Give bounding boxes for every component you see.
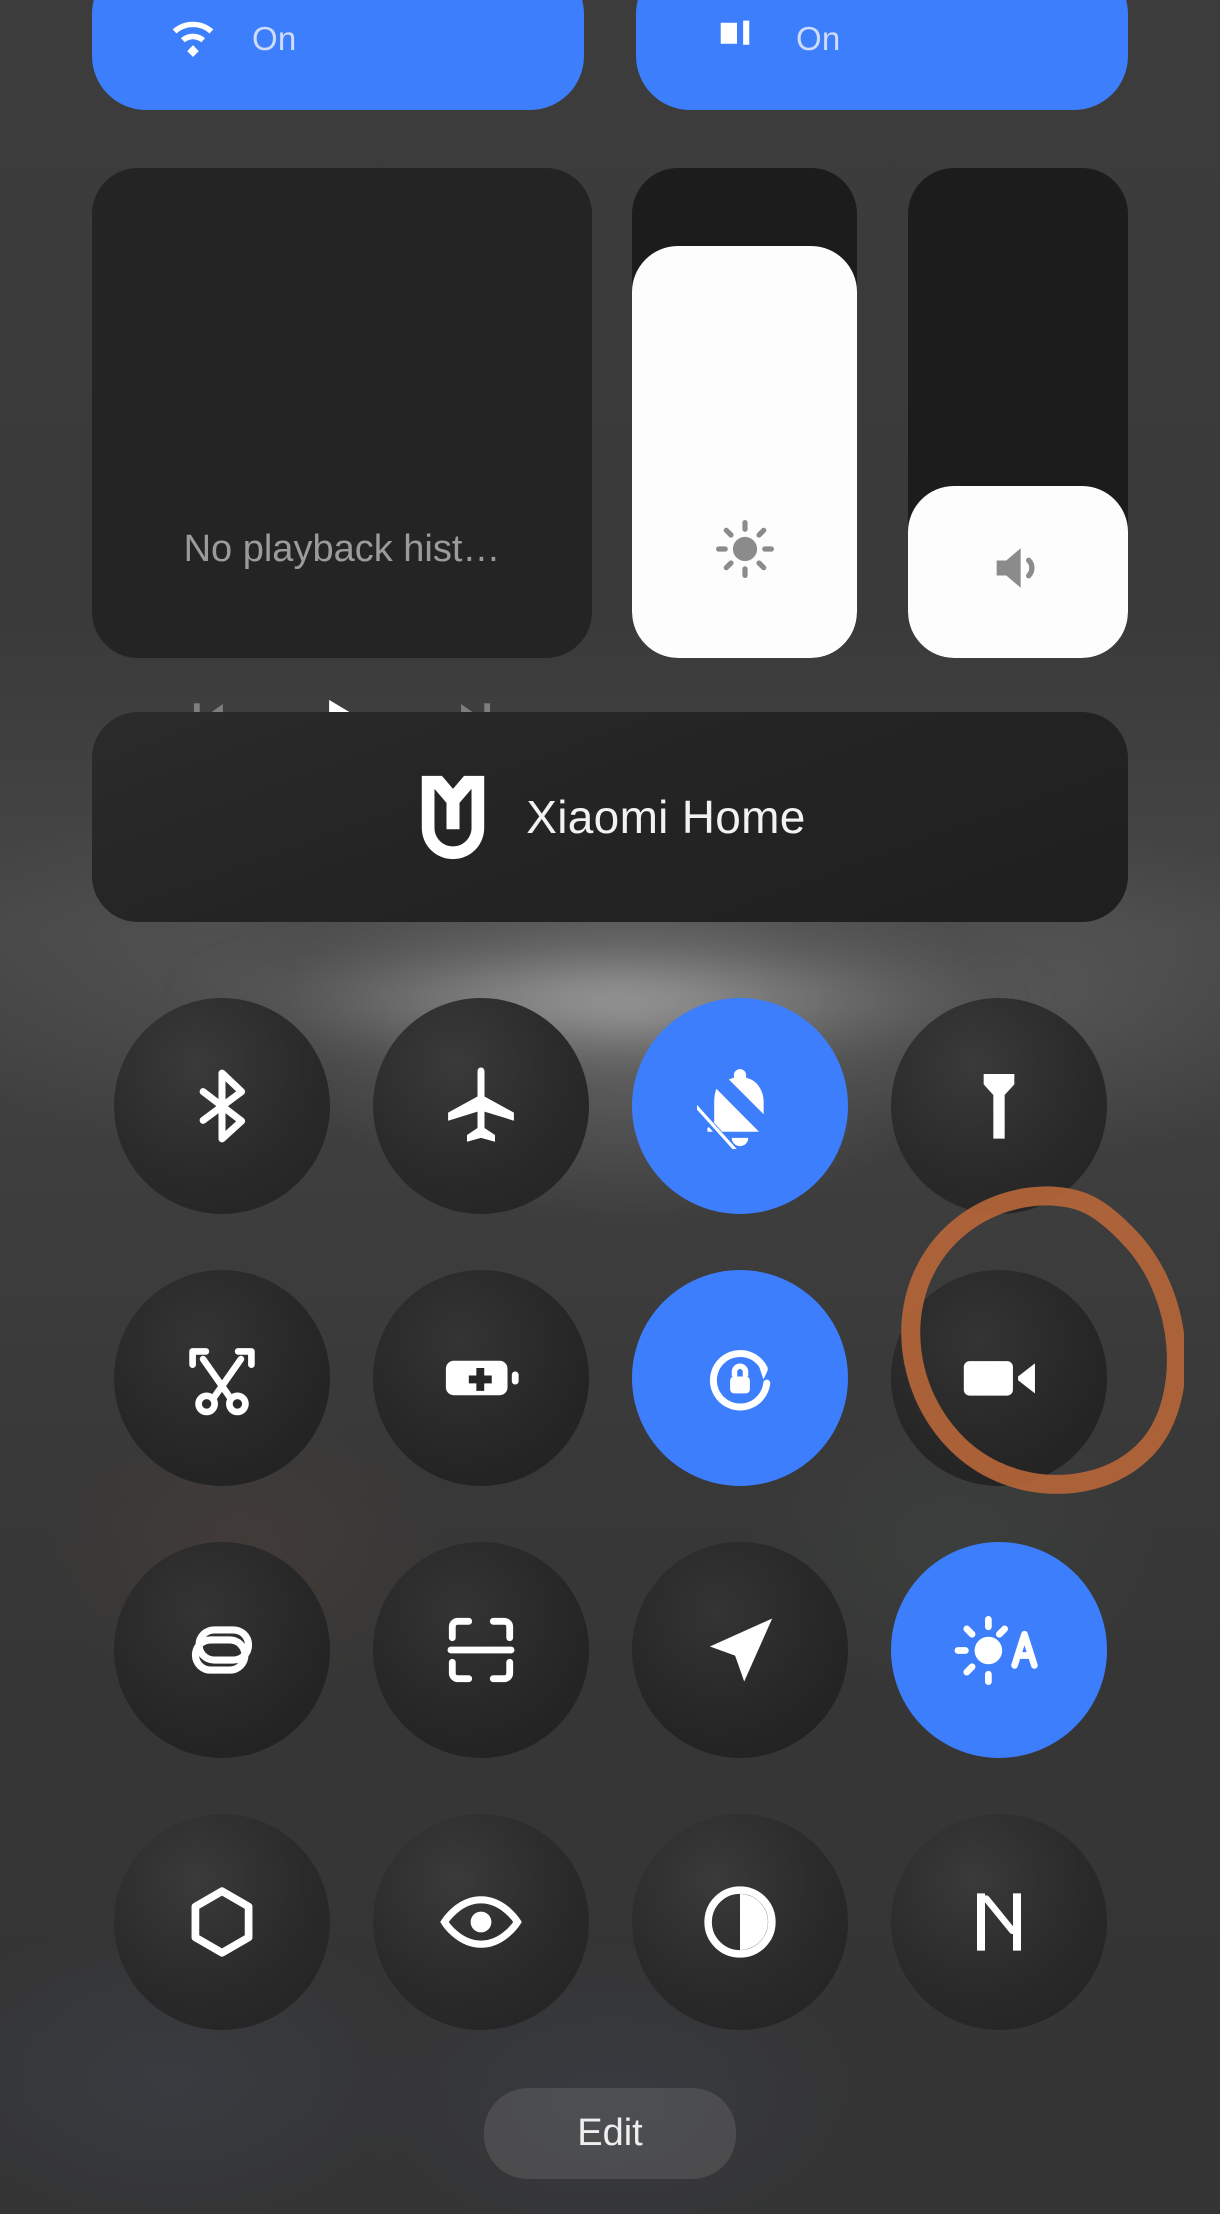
toggle-rotation-lock[interactable] xyxy=(631,1270,848,1486)
xiaomi-home-label: Xiaomi Home xyxy=(526,791,806,843)
toggle-cell xyxy=(610,1786,869,2058)
toggle-cell xyxy=(351,1786,610,2058)
toggle-cell xyxy=(351,1242,610,1514)
video-camera-icon xyxy=(955,1334,1043,1422)
toggle-cell xyxy=(610,1242,869,1514)
toggle-cell xyxy=(869,1514,1128,1786)
battery-plus-icon xyxy=(438,1335,524,1421)
toggle-silent-mode[interactable] xyxy=(631,998,848,1214)
toggle-cell xyxy=(351,1514,610,1786)
scissors-crop-icon xyxy=(180,1336,264,1420)
toggle-cell xyxy=(869,1786,1128,2058)
wifi-tile[interactable]: On xyxy=(92,0,584,110)
contrast-circle-icon xyxy=(697,1879,783,1965)
rotation-lock-icon xyxy=(696,1334,784,1422)
mobile-data-icon xyxy=(714,16,760,62)
toggle-cell xyxy=(869,1242,1128,1514)
toggle-location[interactable] xyxy=(631,1542,848,1758)
edit-button[interactable]: Edit xyxy=(484,2088,736,2179)
toggle-auto-brightness[interactable] xyxy=(890,1542,1107,1758)
media-title: No playback hist… xyxy=(183,528,501,570)
scan-frame-icon xyxy=(440,1609,522,1691)
location-arrow-icon xyxy=(698,1608,782,1692)
eye-icon xyxy=(438,1879,524,1965)
bell-muted-icon xyxy=(696,1063,783,1149)
toggle-flashlight[interactable] xyxy=(890,998,1107,1214)
brightness-sun-icon xyxy=(632,516,857,582)
toggle-screenshot[interactable] xyxy=(113,1270,330,1486)
toggle-camera-shortcut[interactable] xyxy=(113,1814,330,2030)
toggle-cell xyxy=(92,1242,351,1514)
brightness-slider-fill xyxy=(632,246,857,658)
link-chain-icon xyxy=(179,1607,265,1693)
toggle-eye-comfort[interactable] xyxy=(372,1814,589,2030)
toggle-scan-code[interactable] xyxy=(372,1542,589,1758)
toggle-cell xyxy=(92,1786,351,2058)
bluetooth-icon xyxy=(180,1064,264,1148)
mijia-shield-icon xyxy=(414,772,492,863)
toggle-cell xyxy=(92,970,351,1242)
volume-slider[interactable] xyxy=(908,168,1128,658)
mobile-data-tile[interactable]: On xyxy=(636,0,1128,110)
toggle-cell xyxy=(610,970,869,1242)
toggle-battery-saver[interactable] xyxy=(372,1270,589,1486)
wifi-icon xyxy=(170,16,216,62)
wifi-status-label: On xyxy=(252,20,297,57)
toggle-bluetooth[interactable] xyxy=(113,998,330,1214)
toggle-cell xyxy=(869,970,1128,1242)
toggle-dark-mode[interactable] xyxy=(631,1814,848,2030)
auto-brightness-icon xyxy=(953,1608,1045,1693)
connectivity-tiles-row: On On xyxy=(92,0,1128,110)
mobile-data-status-label: On xyxy=(796,20,841,57)
nfc-icon xyxy=(959,1882,1039,1962)
toggle-cast-link[interactable] xyxy=(113,1542,330,1758)
toggle-cell xyxy=(92,1514,351,1786)
media-player-card[interactable]: No playback hist… xyxy=(92,168,592,739)
control-center-panel: On On No playback hist… Xiaomi Home Edit xyxy=(0,0,1220,2214)
xiaomi-home-card[interactable]: Xiaomi Home xyxy=(92,712,1128,922)
quick-toggles-grid xyxy=(92,970,1128,2058)
volume-speaker-icon xyxy=(908,536,1128,600)
hexagon-aperture-icon xyxy=(180,1880,264,1964)
airplane-icon xyxy=(439,1064,523,1148)
toggle-nfc[interactable] xyxy=(890,1814,1107,2030)
toggle-airplane-mode[interactable] xyxy=(372,998,589,1214)
toggle-screen-recorder[interactable] xyxy=(890,1270,1107,1486)
toggle-cell xyxy=(351,970,610,1242)
toggle-cell xyxy=(610,1514,869,1786)
flashlight-icon xyxy=(959,1066,1039,1146)
brightness-slider[interactable] xyxy=(632,168,857,658)
